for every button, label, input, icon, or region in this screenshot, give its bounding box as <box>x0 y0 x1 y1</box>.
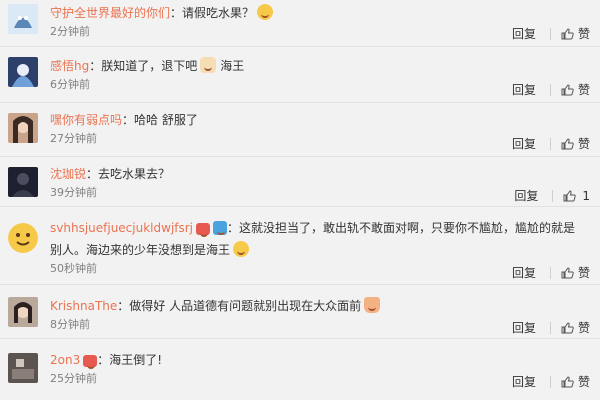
comment-time: 8分钟前 <box>50 318 90 331</box>
comment-username[interactable]: 沈珈锐 <box>50 167 86 181</box>
comment-text: ：哈哈 舒服了 <box>122 113 198 127</box>
like-button[interactable]: 赞 <box>578 27 590 41</box>
comment-list: 守护全世界最好的你们：请假吃水果？ 2分钟前 回复赞 感悟hg：朕知道了，退下吧… <box>0 0 600 400</box>
pray-emoji-icon <box>364 297 381 313</box>
comment-item: 守护全世界最好的你们：请假吃水果？ 2分钟前 回复 赞 <box>0 0 600 47</box>
divider <box>549 322 551 334</box>
comment-text-tail: 海王 <box>220 59 245 73</box>
thumbs-up-icon[interactable] <box>561 322 574 334</box>
divider <box>549 267 551 279</box>
comment-time: 27分钟前 <box>50 132 97 145</box>
comment-item: KrishnaThe：做得好 人品道德有问题就别出现在大众面前 8分钟前 回复 赞 <box>0 285 600 339</box>
comment-time: 25分钟前 <box>50 372 97 385</box>
divider <box>549 84 551 96</box>
comment-text-line2: 别人。海边来的少年没想到是海王 <box>50 243 231 257</box>
gasp-emoji-icon <box>233 241 250 257</box>
divider <box>552 190 554 202</box>
reply-button[interactable]: 回复 <box>512 319 536 336</box>
like-button[interactable]: 赞 <box>578 375 590 389</box>
comment-username[interactable]: 感悟hg <box>50 59 89 73</box>
comment-time: 39分钟前 <box>50 186 97 199</box>
avatar[interactable] <box>8 167 38 197</box>
comment-text: ：这就没担当了，敢出轨不敢面对啊，只要你不尴尬，尴尬的就是 <box>227 221 576 235</box>
like-count[interactable]: 1 <box>582 189 590 203</box>
comment-time: 50秒钟前 <box>50 262 97 275</box>
comment-time: 6分钟前 <box>50 78 90 91</box>
like-button[interactable]: 赞 <box>578 137 590 151</box>
like-button[interactable]: 赞 <box>578 83 590 97</box>
reply-button[interactable]: 回复 <box>512 264 536 281</box>
comment-item: 2on3 ：海王倒了! 25分钟前 回复 赞 <box>0 339 600 400</box>
comment-username[interactable]: 嘿你有弱点吗 <box>50 113 122 127</box>
reply-button[interactable]: 回复 <box>512 135 536 152</box>
thumbs-up-icon[interactable] <box>561 376 574 388</box>
thumbs-up-icon[interactable] <box>561 267 574 279</box>
comment-time: 2分钟前 <box>50 25 90 38</box>
avatar[interactable] <box>8 113 38 143</box>
avatar[interactable] <box>8 223 38 253</box>
grin-emoji-icon <box>257 4 274 20</box>
comment-item: 嘿你有弱点吗：哈哈 舒服了 27分钟前 回复 赞 <box>0 103 600 157</box>
reply-button[interactable]: 回复 <box>512 81 536 98</box>
comment-text: ：请假吃水果？ <box>170 6 255 20</box>
comment-username[interactable]: svhhsjuefjuecjukldwjfsrj <box>50 221 193 235</box>
thumbs-up-icon[interactable] <box>561 138 574 150</box>
dog-emoji-icon <box>200 57 217 73</box>
comment-username[interactable]: 2on3 <box>50 353 80 367</box>
comment-text: ：做得好 人品道德有问题就别出现在大众面前 <box>117 299 362 313</box>
avatar[interactable] <box>8 297 38 327</box>
reply-button[interactable]: 回复 <box>512 25 536 42</box>
avatar[interactable] <box>8 57 38 87</box>
reply-button[interactable]: 回复 <box>512 373 536 390</box>
like-button[interactable]: 赞 <box>578 266 590 280</box>
comment-item: 沈珈锐：去吃水果去？ 39分钟前 回复 1 <box>0 157 600 207</box>
thumbs-up-icon[interactable] <box>561 84 574 96</box>
comment-item: svhhsjuefjuecjukldwjfsrj ：这就没担当了，敢出轨不敢面对啊… <box>0 207 600 285</box>
thumbs-up-icon[interactable] <box>561 28 574 40</box>
avatar[interactable] <box>8 4 38 34</box>
vip-badge-icon <box>83 355 98 369</box>
divider <box>549 376 551 388</box>
comment-text: ：去吃水果去？ <box>86 167 171 181</box>
comment-text: ：海王倒了! <box>97 353 163 367</box>
avatar[interactable] <box>8 353 38 383</box>
thumbs-up-icon[interactable] <box>563 190 577 202</box>
divider <box>549 138 551 150</box>
verified-badge-icon <box>213 221 228 235</box>
divider <box>549 28 551 40</box>
reply-button[interactable]: 回复 <box>514 187 538 204</box>
comment-username[interactable]: KrishnaThe <box>50 299 117 313</box>
vip-badge-icon <box>196 223 211 237</box>
like-button[interactable]: 赞 <box>578 321 590 335</box>
comment-item: 感悟hg：朕知道了，退下吧 海王 6分钟前 回复 赞 <box>0 47 600 103</box>
comment-username[interactable]: 守护全世界最好的你们 <box>50 6 170 20</box>
comment-text: ：朕知道了，退下吧 <box>89 59 198 73</box>
